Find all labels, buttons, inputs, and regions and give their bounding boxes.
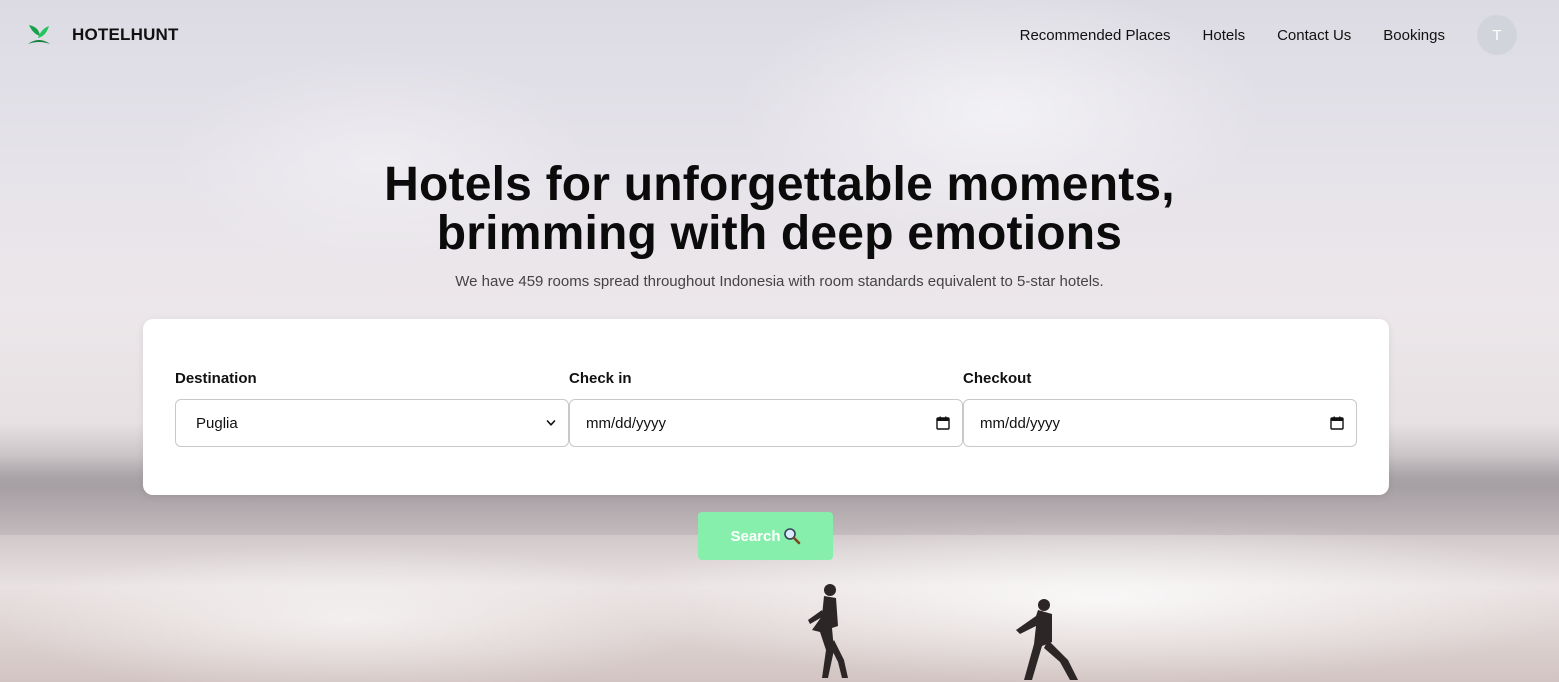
checkout-placeholder: mm/dd/yyyy	[980, 414, 1061, 432]
nav-links: Recommended Places Hotels Contact Us Boo…	[1020, 27, 1445, 44]
nav-link-recommended-places[interactable]: Recommended Places	[1020, 27, 1171, 44]
destination-select[interactable]: Puglia	[175, 399, 569, 447]
checkin-placeholder: mm/dd/yyyy	[586, 414, 667, 432]
brand[interactable]: HOTELHUNT	[26, 22, 179, 48]
destination-label: Destination	[175, 370, 257, 387]
page-title: Hotels for unforgettable moments, brimmi…	[0, 160, 1559, 258]
checkout-field-group: Checkout mm/dd/yyyy	[963, 367, 1357, 495]
search-card: Destination Puglia Check in mm/dd/yyyy C…	[143, 319, 1389, 495]
destination-field-group: Destination Puglia	[175, 367, 569, 495]
surfer-figure	[808, 584, 848, 678]
search-button-label: Search	[730, 527, 781, 545]
brand-name: HOTELHUNT	[72, 25, 179, 44]
top-navbar: HOTELHUNT Recommended Places Hotels Cont…	[0, 0, 1559, 70]
checkout-date-input[interactable]: mm/dd/yyyy	[963, 399, 1357, 447]
chevron-down-icon	[546, 420, 556, 426]
page-title-line-1: Hotels for unforgettable moments,	[384, 158, 1175, 211]
page-title-line-2: brimming with deep emotions	[436, 207, 1123, 260]
nav-link-bookings[interactable]: Bookings	[1383, 27, 1445, 44]
calendar-icon[interactable]	[1330, 416, 1344, 430]
page-subtitle: We have 459 rooms spread throughout Indo…	[455, 273, 1104, 290]
destination-selected-value: Puglia	[196, 414, 238, 432]
magnifier-icon	[783, 528, 800, 545]
nav-link-hotels[interactable]: Hotels	[1203, 27, 1246, 44]
avatar[interactable]: T	[1477, 15, 1517, 55]
checkin-date-input[interactable]: mm/dd/yyyy	[569, 399, 963, 447]
checkin-field-group: Check in mm/dd/yyyy	[569, 367, 963, 495]
checkin-label: Check in	[569, 370, 632, 387]
calendar-icon[interactable]	[936, 416, 950, 430]
search-button[interactable]: Search	[698, 512, 833, 560]
leaf-logo-icon	[28, 25, 50, 44]
checkout-label: Checkout	[963, 370, 1032, 387]
surfer-figure	[1016, 599, 1078, 680]
nav-link-contact-us[interactable]: Contact Us	[1277, 27, 1351, 44]
